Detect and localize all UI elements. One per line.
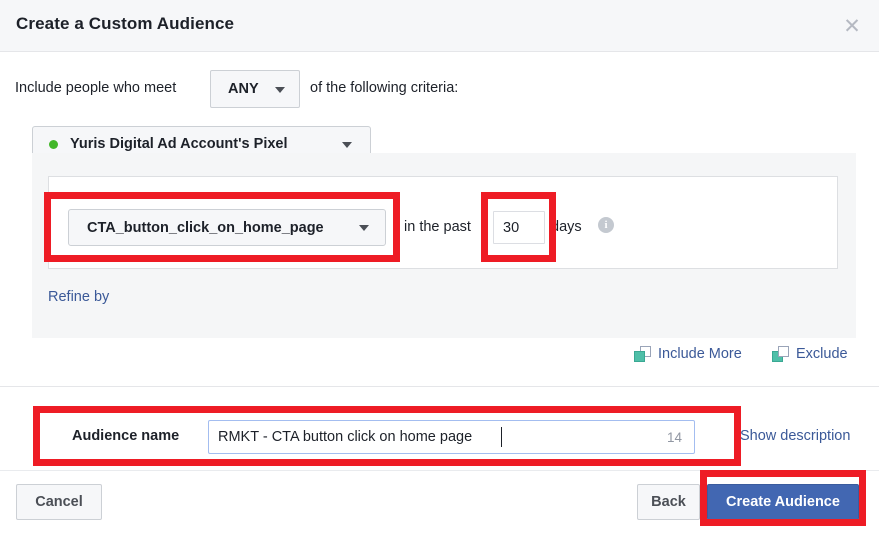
cancel-button[interactable]: Cancel bbox=[16, 484, 102, 520]
exclude-icon bbox=[772, 346, 790, 363]
close-icon[interactable]: ✕ bbox=[839, 13, 865, 39]
audience-name-label: Audience name bbox=[72, 428, 180, 444]
intro-text-before: Include people who meet bbox=[15, 80, 177, 96]
chevron-down-icon bbox=[275, 87, 285, 93]
audience-name-input[interactable]: RMKT - CTA button click on home page 14 bbox=[208, 420, 695, 454]
info-glyph: i bbox=[604, 219, 608, 231]
operator-dropdown[interactable]: ANY bbox=[210, 70, 300, 108]
section-divider bbox=[0, 386, 879, 387]
criteria-intro-row: Include people who meet ANY of the follo… bbox=[0, 70, 879, 110]
create-audience-button[interactable]: Create Audience bbox=[707, 484, 859, 520]
event-dropdown[interactable]: CTA_button_click_on_home_page bbox=[68, 209, 386, 246]
event-value: CTA_button_click_on_home_page bbox=[87, 220, 324, 236]
dialog-header: Create a Custom Audience ✕ bbox=[0, 0, 879, 52]
include-more-icon bbox=[634, 346, 652, 363]
page-title: Create a Custom Audience bbox=[16, 14, 235, 33]
set-actions-row: Include More Exclude bbox=[0, 344, 879, 374]
text-cursor bbox=[501, 427, 502, 447]
chevron-down-icon bbox=[359, 225, 369, 231]
include-more-label: Include More bbox=[658, 346, 742, 362]
chevron-down-icon bbox=[342, 142, 352, 148]
pixel-source-label: Yuris Digital Ad Account's Pixel bbox=[70, 136, 288, 152]
create-custom-audience-dialog: Create a Custom Audience ✕ Include peopl… bbox=[0, 0, 879, 533]
pixel-status-dot-icon bbox=[49, 140, 58, 149]
operator-value: ANY bbox=[228, 81, 259, 97]
retention-days-input[interactable] bbox=[493, 211, 545, 244]
audience-name-row: Audience name RMKT - CTA button click on… bbox=[0, 400, 879, 470]
exclude-label: Exclude bbox=[796, 346, 848, 362]
dialog-footer: Cancel Back Create Audience bbox=[0, 470, 879, 533]
refine-by-link[interactable]: Refine by bbox=[48, 289, 109, 305]
info-icon[interactable]: i bbox=[598, 217, 614, 233]
back-button[interactable]: Back bbox=[637, 484, 700, 520]
audience-name-value: RMKT - CTA button click on home page bbox=[218, 429, 473, 445]
show-description-link[interactable]: Show description bbox=[740, 428, 850, 444]
char-count: 14 bbox=[666, 430, 682, 445]
intro-text-after: of the following criteria: bbox=[310, 80, 459, 96]
days-label: days bbox=[551, 219, 582, 235]
in-past-label: in the past bbox=[404, 219, 471, 235]
